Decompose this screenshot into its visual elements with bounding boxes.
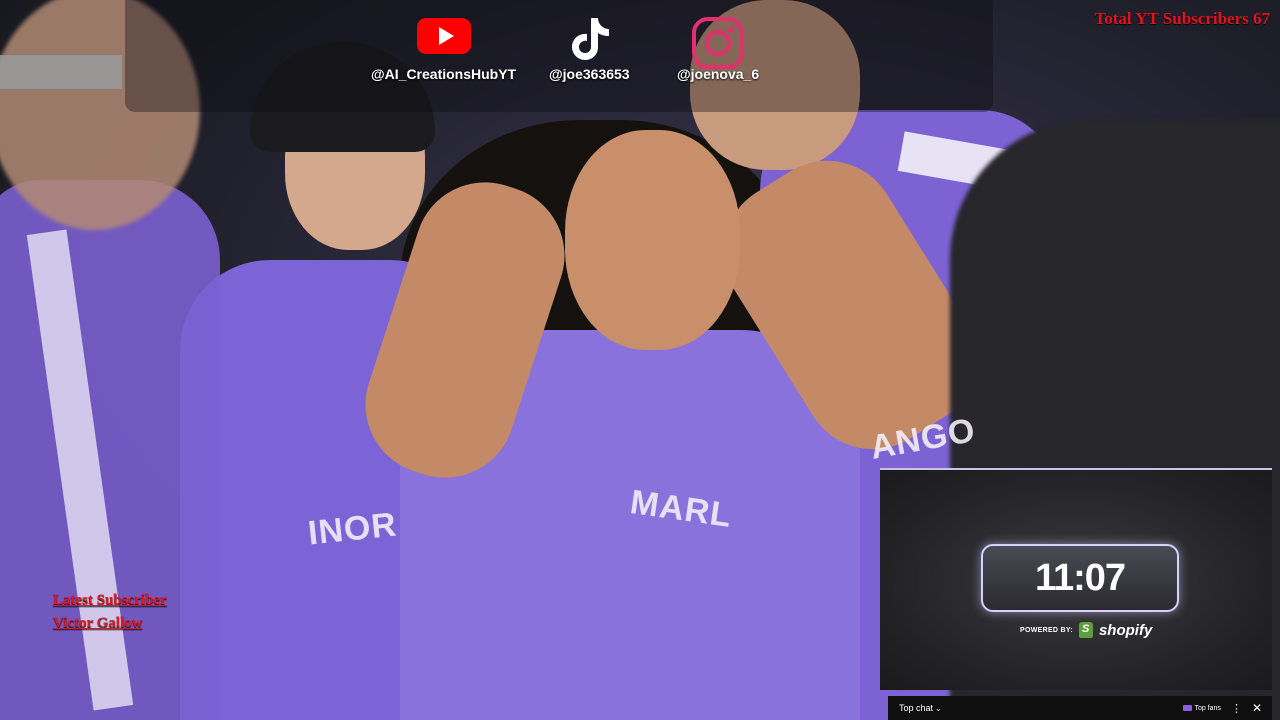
tiktok-link[interactable]: @joe363653 bbox=[549, 16, 630, 82]
timer-widget: 11:07 POWERED BY: shopify bbox=[880, 468, 1272, 690]
more-vert-icon[interactable]: ⋮ bbox=[1231, 702, 1242, 715]
instagram-link[interactable]: @joenova_6 bbox=[677, 16, 759, 82]
tiktok-icon bbox=[572, 18, 610, 60]
instagram-handle: @joenova_6 bbox=[677, 66, 760, 82]
top-fans-icon bbox=[1183, 705, 1193, 711]
total-subscribers-counter: Total YT Subscribers 67 bbox=[1094, 9, 1270, 28]
shopify-bag-icon bbox=[1078, 622, 1093, 638]
youtube-link[interactable]: @AI_CreationsHubYT bbox=[371, 16, 516, 82]
chat-mode-dropdown[interactable]: Top chat ⌄ bbox=[899, 703, 942, 713]
powered-by: POWERED BY: shopify bbox=[1020, 620, 1180, 640]
chat-header: Top chat ⌄ Top fans ⋮ ✕ bbox=[888, 696, 1272, 720]
tiktok-handle: @joe363653 bbox=[549, 66, 630, 82]
top-fans-label: Top fans bbox=[1194, 704, 1221, 712]
instagram-icon bbox=[692, 17, 745, 69]
latest-subscriber: Latest Subscriber Victor Gallow bbox=[53, 589, 167, 635]
social-panel: @AI_CreationsHubYT @joe363653 @joenova_6 bbox=[125, 0, 993, 112]
chevron-down-icon: ⌄ bbox=[935, 703, 942, 713]
powered-by-label: POWERED BY: bbox=[1020, 626, 1073, 634]
youtube-icon bbox=[416, 18, 471, 54]
top-fans-button[interactable]: Top fans bbox=[1183, 704, 1221, 712]
scene-face-center bbox=[565, 130, 740, 350]
countdown-timer: 11:07 bbox=[981, 544, 1179, 612]
close-icon[interactable]: ✕ bbox=[1252, 701, 1262, 715]
youtube-handle: @AI_CreationsHubYT bbox=[371, 66, 517, 82]
chat-mode-label: Top chat bbox=[899, 703, 934, 713]
latest-subscriber-label: Latest Subscriber bbox=[53, 592, 167, 608]
latest-subscriber-name: Victor Gallow bbox=[53, 615, 143, 631]
chat-actions: Top fans ⋮ ✕ bbox=[1183, 701, 1262, 715]
shopify-logo-text: shopify bbox=[1098, 621, 1153, 639]
overlay-gray-bar bbox=[0, 55, 122, 89]
